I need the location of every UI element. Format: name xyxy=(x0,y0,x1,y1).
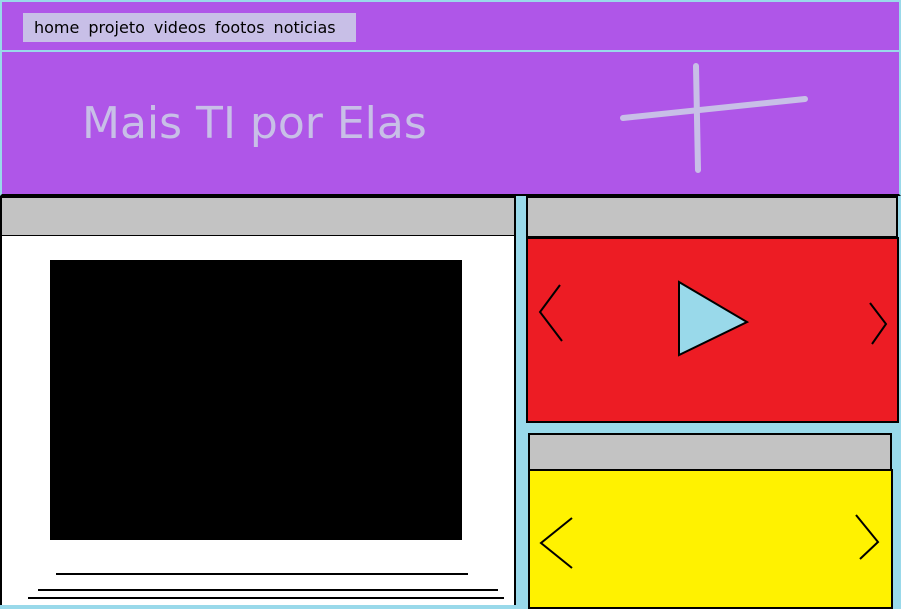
site-title: Mais TI por Elas xyxy=(82,98,427,149)
left-panel-header xyxy=(0,196,516,237)
news-carousel xyxy=(528,469,893,609)
news-carousel-header xyxy=(528,433,892,471)
text-line xyxy=(38,589,498,591)
play-icon[interactable] xyxy=(674,279,754,359)
text-line xyxy=(56,573,468,575)
video-carousel-header xyxy=(526,196,898,238)
chevron-left-icon[interactable] xyxy=(536,282,566,346)
chevron-left-icon[interactable] xyxy=(536,515,576,571)
nav-footos-link[interactable]: footos xyxy=(215,18,265,37)
chevron-right-icon[interactable] xyxy=(852,512,882,562)
nav-projeto-link[interactable]: projeto xyxy=(88,18,145,37)
nav-noticias-link[interactable]: noticias xyxy=(274,18,336,37)
nav-videos-link[interactable]: videos xyxy=(154,18,206,37)
chevron-right-icon[interactable] xyxy=(866,300,892,348)
video-player[interactable] xyxy=(50,260,462,540)
cross-mark-icon xyxy=(620,63,808,173)
nav-home-link[interactable]: home xyxy=(34,18,79,37)
main-nav: home projeto videos footos noticias xyxy=(23,13,356,42)
text-line xyxy=(28,597,504,599)
